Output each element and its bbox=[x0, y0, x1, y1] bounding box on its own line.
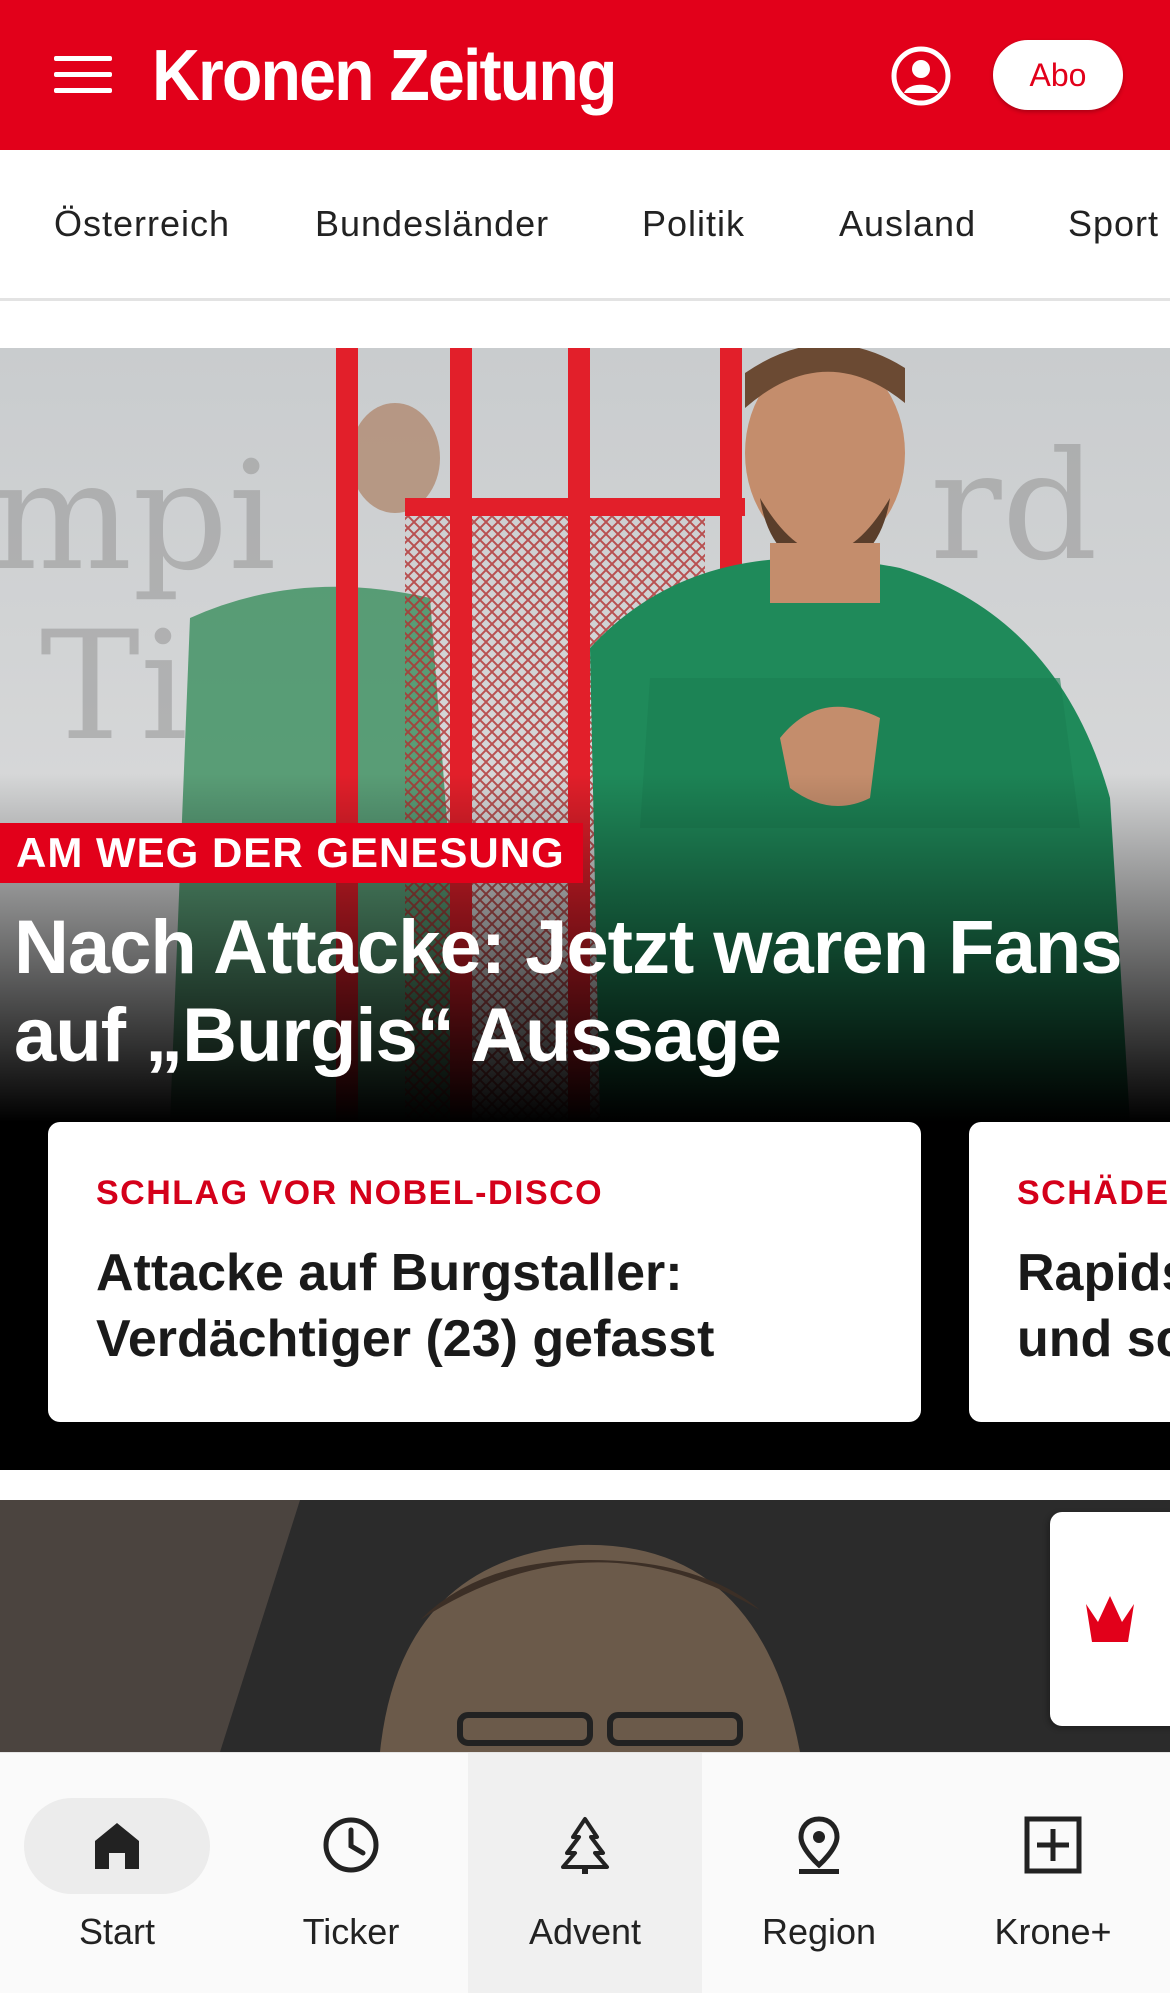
tab-label: Region bbox=[761, 1911, 877, 1952]
article-image[interactable] bbox=[0, 1500, 1170, 1752]
tab-advent[interactable]: Advent bbox=[468, 1753, 702, 1993]
krone-plus-badge[interactable] bbox=[1050, 1512, 1170, 1726]
tab-label: Krone+ bbox=[994, 1911, 1112, 1952]
card-kicker: SCHLAG VOR NOBEL-DISCO bbox=[96, 1174, 604, 1212]
tab-krone-plus[interactable]: Krone+ bbox=[936, 1753, 1170, 1993]
subscribe-button[interactable]: Abo bbox=[993, 40, 1123, 110]
hero-article[interactable]: mpi rd Ti AM WEG DER GENESUNG Nach Attac… bbox=[0, 348, 1170, 1470]
home-icon bbox=[95, 1823, 139, 1869]
app-header: Kronen Zeitung Abo bbox=[0, 0, 1170, 150]
tab-region[interactable]: Region bbox=[702, 1753, 936, 1993]
nav-item-sport[interactable]: Sport bbox=[1068, 150, 1159, 298]
nav-item-politik[interactable]: Politik bbox=[642, 150, 745, 298]
plus-box-icon bbox=[1024, 1816, 1082, 1874]
related-article-card[interactable]: SCHLAG VOR NOBEL-DISCO Attacke auf Burgs… bbox=[48, 1122, 921, 1422]
card-headline[interactable]: Rapids und sc bbox=[1017, 1240, 1170, 1372]
nav-item-oesterreich[interactable]: Österreich bbox=[54, 150, 230, 298]
hero-headline[interactable]: Nach Attacke: Jetzt waren Fans auf „Burg… bbox=[14, 904, 1134, 1080]
tab-label: Ticker bbox=[302, 1911, 400, 1952]
account-icon[interactable] bbox=[890, 45, 952, 107]
location-pin-icon bbox=[798, 1816, 840, 1874]
nav-item-ausland[interactable]: Ausland bbox=[839, 150, 976, 298]
tree-icon bbox=[561, 1817, 609, 1874]
card-kicker: SCHÄDEL bbox=[1017, 1174, 1170, 1212]
nav-item-bundeslaender[interactable]: Bundesländer bbox=[315, 150, 549, 298]
tab-start[interactable]: Start bbox=[0, 1753, 234, 1993]
tab-label: Advent bbox=[528, 1911, 642, 1952]
hamburger-menu-icon[interactable] bbox=[54, 56, 112, 94]
category-nav: Österreich Bundesländer Politik Ausland … bbox=[0, 150, 1170, 301]
brand-logo[interactable]: Kronen Zeitung bbox=[152, 34, 617, 118]
crown-icon bbox=[1086, 1596, 1134, 1642]
clock-icon bbox=[323, 1817, 379, 1873]
tab-label: Start bbox=[78, 1911, 156, 1952]
hero-kicker: AM WEG DER GENESUNG bbox=[0, 823, 583, 883]
related-article-card[interactable]: SCHÄDEL Rapids und sc bbox=[969, 1122, 1170, 1422]
tab-ticker[interactable]: Ticker bbox=[234, 1753, 468, 1993]
bottom-tab-bar: Start Ticker Advent Region Krone+ bbox=[0, 1752, 1170, 1993]
card-headline[interactable]: Attacke auf Burgstaller: Verdächtiger (2… bbox=[96, 1240, 896, 1372]
